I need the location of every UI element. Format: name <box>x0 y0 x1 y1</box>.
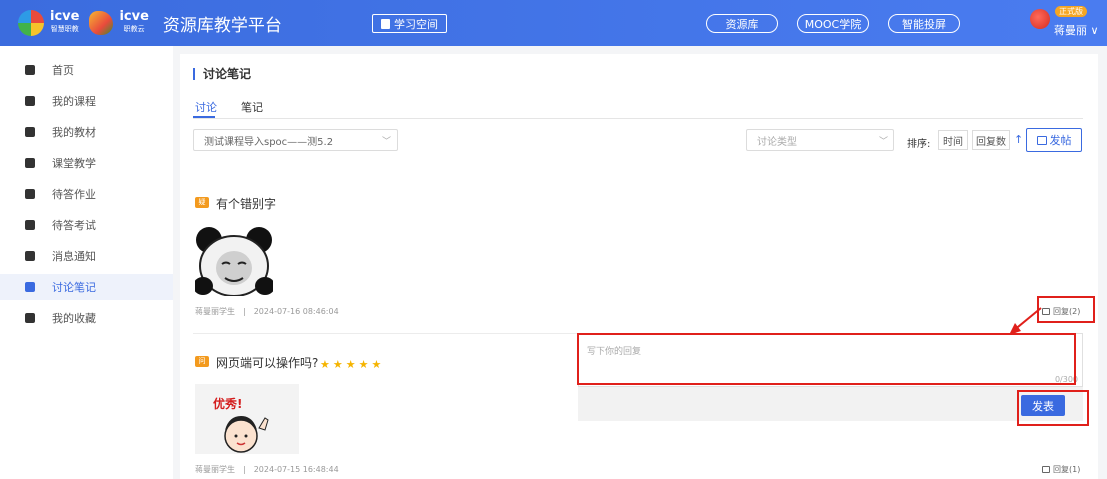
course-select[interactable]: 测试课程导入spoc——测5.2 ﹀ <box>193 129 398 151</box>
excellent-meme-image[interactable]: 优秀! <box>195 384 299 454</box>
reply-textarea[interactable]: 写下你的回复 0/300 <box>578 333 1083 387</box>
sidebar-item-exam[interactable]: 待答考试 <box>0 212 173 238</box>
annotation-arrow-icon <box>1009 307 1042 335</box>
tab-bar: 讨论 笔记 <box>193 94 1083 119</box>
zhijiaoyun-logo-icon <box>89 11 114 35</box>
home-icon <box>25 65 35 75</box>
reply-link[interactable]: 回复(1) <box>1042 464 1080 475</box>
study-space-button[interactable]: 学习空间 <box>372 14 447 33</box>
sort-direction-icon[interactable]: ↑ <box>1014 133 1023 146</box>
icve-logo-icon <box>18 10 44 36</box>
reply-link[interactable]: 回复(2) <box>1042 306 1080 317</box>
post-meta: 蒋曼丽学生 | 2024-07-16 08:46:04 <box>195 307 339 316</box>
meme-caption: 优秀! <box>213 396 242 411</box>
sort-label: 排序: <box>907 139 931 150</box>
book-icon <box>25 127 35 137</box>
username-dropdown[interactable]: 蒋曼丽 ∨ <box>1054 22 1099 38</box>
message-icon <box>25 251 35 261</box>
sort-by-replies-button[interactable]: 回复数 <box>972 130 1010 150</box>
edit-icon <box>1036 135 1047 145</box>
reply-panel: 写下你的回复 0/300 <box>578 333 1083 421</box>
sidebar-item-messages[interactable]: 消息通知 <box>0 243 173 269</box>
post-title[interactable]: 有个错别字 <box>216 195 276 212</box>
reply-char-count: 0/300 <box>1054 375 1078 384</box>
post-tag-badge: 问 <box>195 356 209 367</box>
sidebar-item-classroom[interactable]: 课堂教学 <box>0 150 173 176</box>
comment-icon <box>1042 466 1050 473</box>
discussion-icon <box>25 282 35 292</box>
chevron-down-icon: ﹀ <box>382 136 392 147</box>
nav-resource-library[interactable]: 资源库 <box>706 14 778 33</box>
tab-notes[interactable]: 笔记 <box>241 99 263 115</box>
book-icon <box>381 18 390 29</box>
sidebar-item-homework[interactable]: 待答作业 <box>0 181 173 207</box>
nav-smart-screen[interactable]: 智能投屏 <box>888 14 960 33</box>
top-bar: icve 智慧职教 icve 职教云 资源库教学平台 学习空间 资源库 MOOC学院… <box>0 0 1107 46</box>
nav-mooc-college[interactable]: MOOC学院 <box>797 14 869 33</box>
tab-discussion[interactable]: 讨论 <box>195 99 217 115</box>
main-panel: 讨论笔记 讨论 笔记 测试课程导入spoc——测5.2 ﹀ 讨论类型 ﹀ 排序: 时… <box>180 54 1098 479</box>
sidebar-item-my-courses[interactable]: 我的课程 <box>0 88 173 114</box>
new-post-button[interactable]: 发帖 <box>1026 128 1082 152</box>
chevron-down-icon: ﹀ <box>879 136 889 147</box>
platform-title: 资源库教学平台 <box>162 15 282 36</box>
logo-area[interactable]: icve 智慧职教 icve 职教云 资源库教学平台 <box>18 9 282 37</box>
discussion-type-select[interactable]: 讨论类型 ﹀ <box>746 129 894 151</box>
sidebar: 首页 我的课程 我的教材 课堂教学 待答作业 待答考试 消息通知 讨论笔记 我的… <box>0 46 173 479</box>
page-title: 讨论笔记 <box>193 68 251 80</box>
user-avatar[interactable] <box>1030 9 1050 29</box>
homework-icon <box>25 189 35 199</box>
panda-meme-image[interactable] <box>195 224 273 296</box>
tab-active-indicator <box>193 116 215 118</box>
sidebar-item-home[interactable]: 首页 <box>0 57 173 83</box>
icve-logo-text: icve 智慧职教 <box>50 9 80 33</box>
post-tag-badge: 疑 <box>195 197 209 208</box>
sort-by-time-button[interactable]: 时间 <box>938 130 968 150</box>
send-reply-button[interactable]: 发表 <box>1021 395 1065 416</box>
post-title[interactable]: 网页端可以操作吗? <box>216 354 318 371</box>
favorite-icon <box>25 313 35 323</box>
classroom-icon <box>25 158 35 168</box>
post-meta: 蒋曼丽学生 | 2024-07-15 16:48:44 <box>195 465 339 474</box>
sidebar-item-my-textbooks[interactable]: 我的教材 <box>0 119 173 145</box>
course-icon <box>25 96 35 106</box>
sidebar-item-discussion[interactable]: 讨论笔记 <box>0 274 173 300</box>
zhijiaoyun-logo-text: icve 职教云 <box>119 9 149 33</box>
vip-badge: 正式版 <box>1055 6 1087 17</box>
rating-stars: ★★★★★ <box>320 358 385 371</box>
sidebar-item-favorites[interactable]: 我的收藏 <box>0 305 173 331</box>
exam-icon <box>25 220 35 230</box>
